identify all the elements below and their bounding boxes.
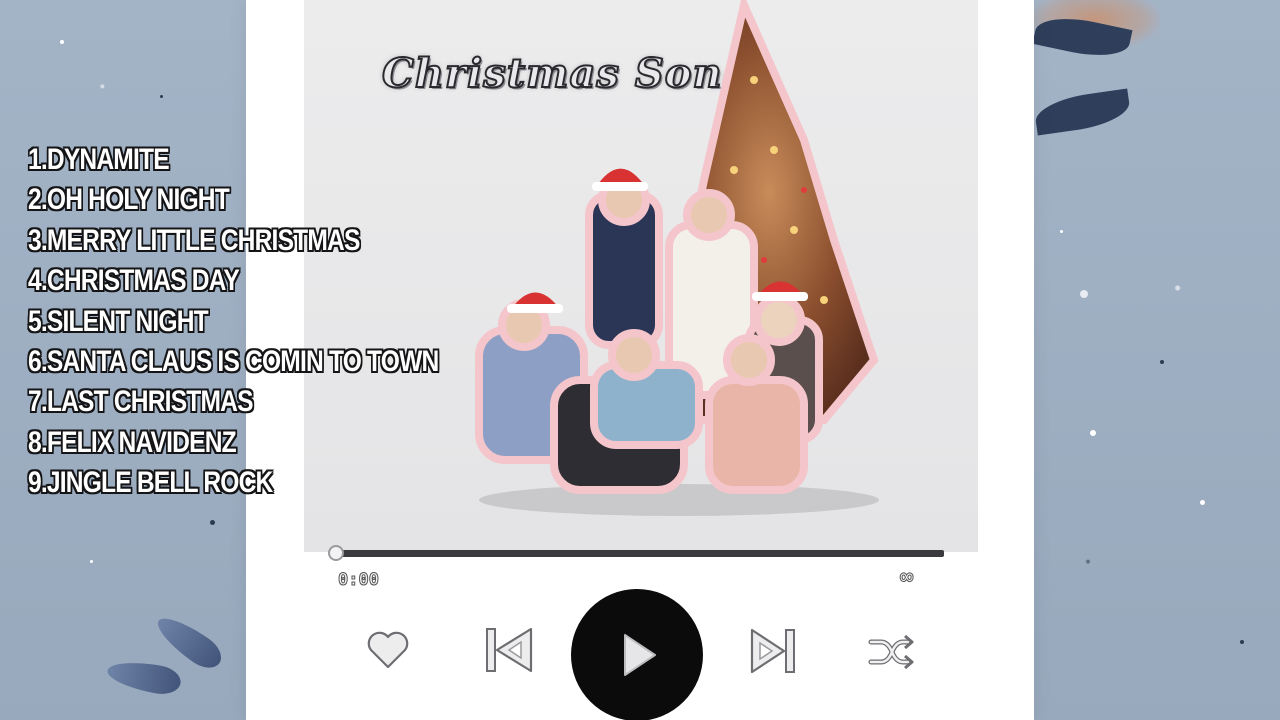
progress-thumb[interactable] <box>328 545 344 561</box>
speckle <box>60 40 64 44</box>
previous-button[interactable] <box>482 622 540 678</box>
shuffle-button[interactable] <box>866 632 916 672</box>
speckle <box>1160 360 1164 364</box>
speckle <box>1240 640 1244 644</box>
track-item[interactable]: 5.SILENT NIGHT <box>28 302 438 342</box>
next-button[interactable] <box>746 624 802 678</box>
play-icon <box>624 634 656 676</box>
track-item[interactable]: 4.CHRISTMAS DAY <box>28 261 438 301</box>
track-item[interactable]: 3.MERRY LITTLE CHRISTMAS <box>28 221 438 261</box>
play-button[interactable] <box>571 589 703 720</box>
heart-icon <box>367 631 409 669</box>
speckle <box>1090 430 1096 436</box>
skip-back-icon <box>486 627 533 673</box>
progress-bar[interactable] <box>328 545 944 561</box>
progress-track <box>334 550 944 557</box>
skip-forward-icon <box>750 628 795 674</box>
track-item[interactable]: 2.OH HOLY NIGHT <box>28 180 438 220</box>
speckle <box>1200 500 1205 505</box>
tracklist: 1.DYNAMITE 2.OH HOLY NIGHT 3.MERRY LITTL… <box>28 140 529 504</box>
shuffle-icon <box>868 634 914 670</box>
total-time: ∞ <box>899 565 914 591</box>
track-item[interactable]: 1.DYNAMITE <box>28 140 438 180</box>
speckle <box>90 560 93 563</box>
speckle <box>160 95 163 98</box>
speckle <box>1080 290 1088 298</box>
like-button[interactable] <box>364 628 412 672</box>
track-item[interactable]: 6.SANTA CLAUS IS COMIN TO TOWN <box>28 342 439 382</box>
speckle <box>1060 230 1063 233</box>
track-item[interactable]: 9.JINGLE BELL ROCK <box>28 463 438 503</box>
track-item[interactable]: 7.LAST CHRISTMAS <box>28 382 438 422</box>
track-item[interactable]: 8.FELIX NAVIDENZ <box>28 423 438 463</box>
speckle <box>210 520 215 525</box>
current-time: 0:00 <box>338 570 380 591</box>
